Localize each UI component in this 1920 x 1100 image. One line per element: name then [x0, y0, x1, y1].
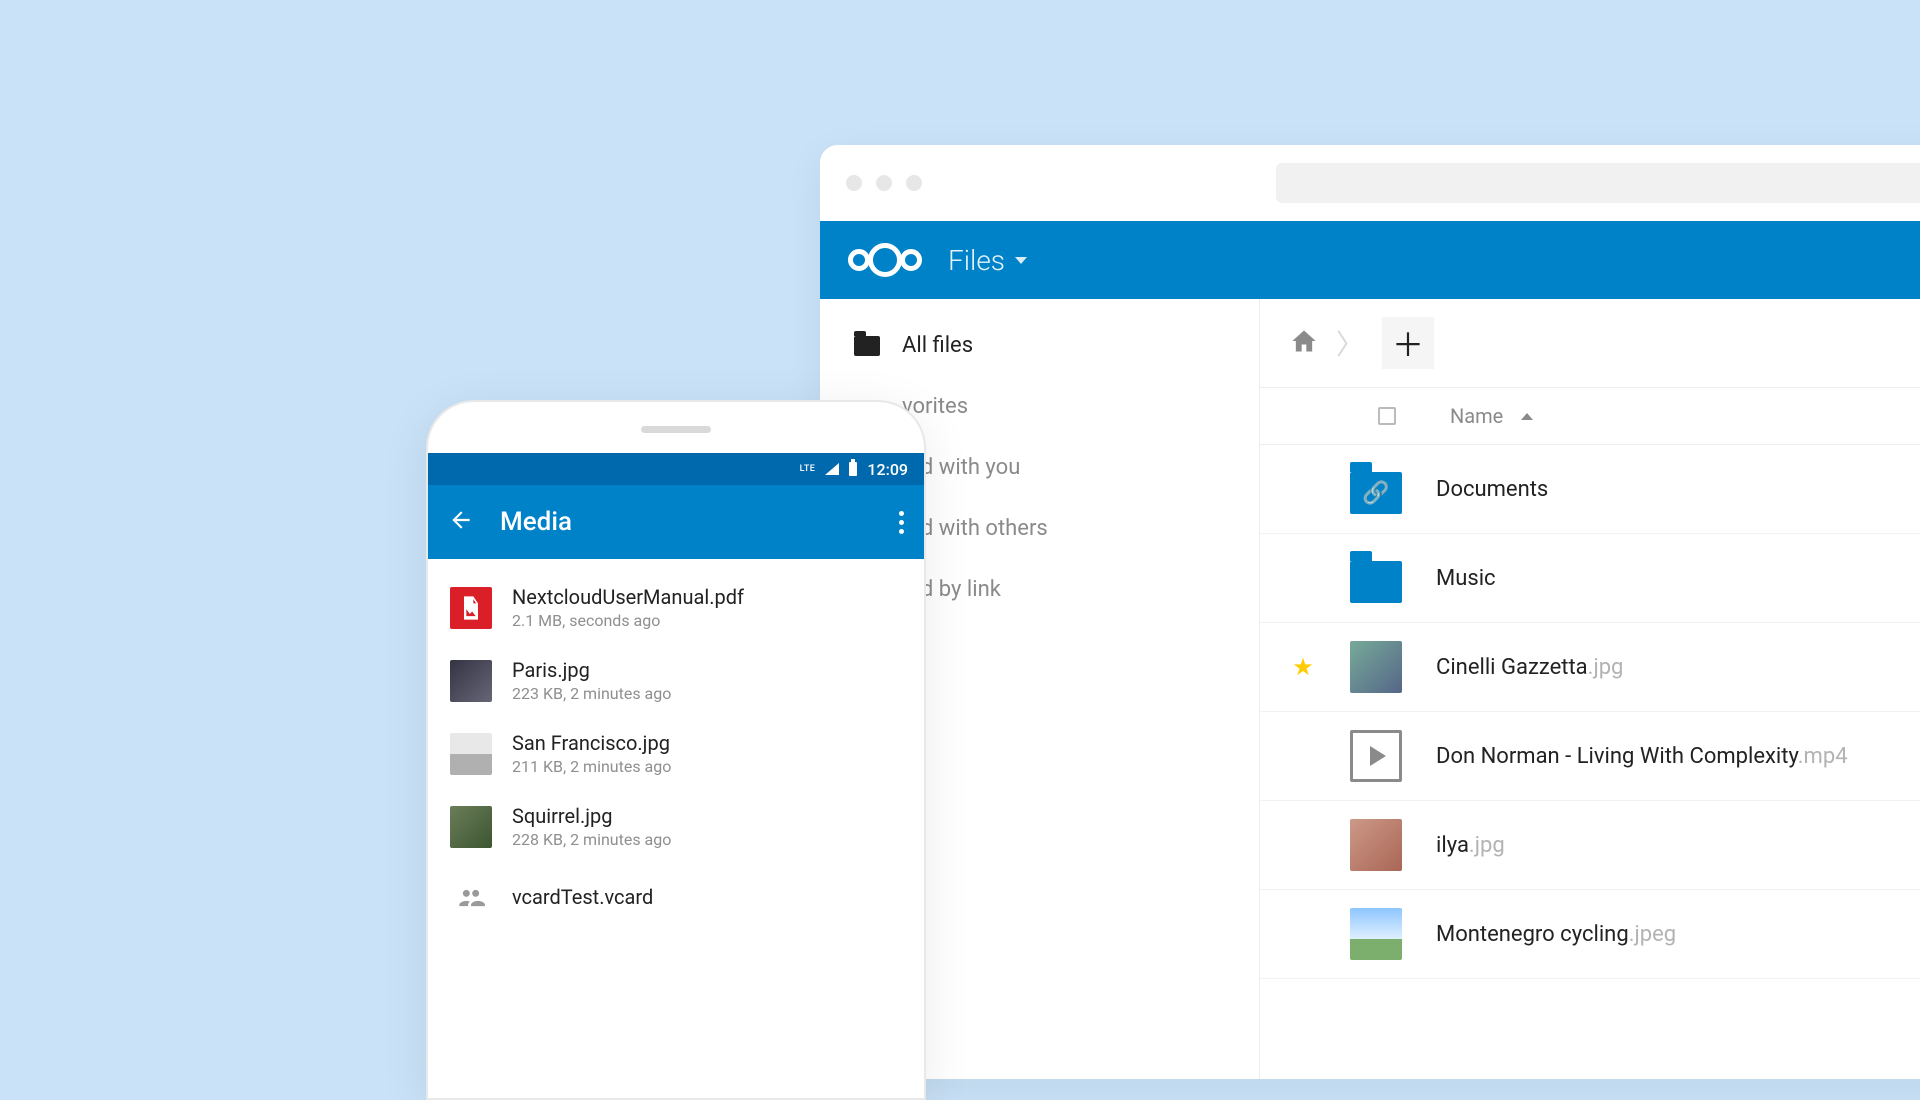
star-icon: ★: [1292, 653, 1314, 681]
signal-icon: [825, 463, 839, 475]
file-meta: 2.1 MB, seconds ago: [512, 611, 744, 630]
app-body: All files vorites red with you red with …: [820, 299, 1920, 1079]
file-name: Montenegro cycling.jpeg: [1436, 922, 1676, 947]
content-area: 〉 ＋ Name 🔗 Documents: [1260, 299, 1920, 1079]
column-header-name[interactable]: Name: [1450, 404, 1503, 428]
link-icon: 🔗: [1350, 472, 1402, 514]
file-row[interactable]: 🔗 Documents: [1260, 445, 1920, 534]
file-row[interactable]: ★ Cinelli Gazzetta.jpg: [1260, 623, 1920, 712]
logo-circle-icon: [848, 249, 870, 271]
favorite-slot[interactable]: ★: [1290, 653, 1316, 681]
image-thumbnail: [450, 733, 492, 775]
breadcrumb-separator-icon: 〉: [1336, 323, 1364, 363]
file-name: Music: [1436, 566, 1496, 591]
chevron-down-icon: [1015, 257, 1027, 264]
image-thumbnail: [1350, 641, 1402, 693]
file-meta: 223 KB, 2 minutes ago: [512, 684, 671, 703]
app-bar: Media: [428, 485, 924, 559]
image-thumbnail: [450, 660, 492, 702]
traffic-light-close[interactable]: [846, 175, 862, 191]
phone-mockup: LTE 12:09 Media NextcloudUserManual.pdf …: [426, 400, 926, 1100]
app-header: Files: [820, 221, 1920, 299]
select-all-checkbox[interactable]: [1378, 407, 1396, 425]
list-item[interactable]: NextcloudUserManual.pdf 2.1 MB, seconds …: [428, 571, 924, 644]
url-bar[interactable]: [1276, 163, 1920, 203]
file-meta: 228 KB, 2 minutes ago: [512, 830, 671, 849]
file-row[interactable]: ilya.jpg: [1260, 801, 1920, 890]
add-button[interactable]: ＋: [1382, 317, 1434, 369]
dot-icon: [899, 529, 904, 534]
list-item[interactable]: vcardTest.vcard: [428, 863, 924, 933]
video-thumbnail-icon: [1350, 730, 1402, 782]
contacts-icon: [450, 877, 492, 919]
home-icon[interactable]: [1290, 327, 1318, 359]
sidebar-item-label: All files: [902, 333, 973, 358]
plus-icon: ＋: [1392, 320, 1424, 366]
logo-circle-icon: [900, 249, 922, 271]
overflow-menu-button[interactable]: [899, 511, 904, 534]
file-row[interactable]: Don Norman - Living With Complexity.mp4: [1260, 712, 1920, 801]
file-name: Cinelli Gazzetta.jpg: [1436, 655, 1623, 680]
file-list: NextcloudUserManual.pdf 2.1 MB, seconds …: [428, 559, 924, 945]
pdf-icon: [450, 587, 492, 629]
browser-window: Files All files vorites red with you red…: [820, 145, 1920, 1079]
file-name: San Francisco.jpg: [512, 731, 671, 755]
back-button[interactable]: [448, 507, 474, 537]
folder-shared-icon: 🔗: [1350, 463, 1402, 515]
browser-chrome: [820, 145, 1920, 221]
file-name: vcardTest.vcard: [512, 885, 653, 909]
file-name: Documents: [1436, 477, 1548, 502]
file-name: Paris.jpg: [512, 658, 671, 682]
traffic-light-maximize[interactable]: [906, 175, 922, 191]
image-thumbnail: [1350, 819, 1402, 871]
sort-ascending-icon: [1521, 413, 1533, 420]
file-name: Don Norman - Living With Complexity.mp4: [1436, 744, 1848, 769]
image-thumbnail: [1350, 908, 1402, 960]
file-name: ilya.jpg: [1436, 833, 1505, 858]
sidebar-item-all-files[interactable]: All files: [820, 315, 1259, 376]
list-item[interactable]: Squirrel.jpg 228 KB, 2 minutes ago: [428, 790, 924, 863]
folder-icon: [854, 336, 880, 356]
app-bar-title: Media: [500, 507, 873, 537]
network-label: LTE: [800, 464, 816, 474]
phone-speaker: [641, 426, 711, 433]
status-time: 12:09: [867, 460, 908, 479]
file-name: Squirrel.jpg: [512, 804, 671, 828]
app-menu-label: Files: [948, 244, 1005, 277]
file-name: NextcloudUserManual.pdf: [512, 585, 744, 609]
logo-circle-icon: [868, 243, 902, 277]
file-row[interactable]: Music: [1260, 534, 1920, 623]
image-thumbnail: [450, 806, 492, 848]
dot-icon: [899, 520, 904, 525]
nextcloud-logo[interactable]: [848, 243, 922, 277]
battery-icon: [849, 462, 857, 476]
traffic-light-minimize[interactable]: [876, 175, 892, 191]
app-menu-files[interactable]: Files: [948, 244, 1027, 277]
file-row[interactable]: Montenegro cycling.jpeg: [1260, 890, 1920, 979]
status-bar: LTE 12:09: [428, 453, 924, 485]
list-item[interactable]: San Francisco.jpg 211 KB, 2 minutes ago: [428, 717, 924, 790]
file-meta: 211 KB, 2 minutes ago: [512, 757, 671, 776]
folder-icon: [1350, 552, 1402, 604]
toolbar: 〉 ＋: [1260, 299, 1920, 388]
table-header: Name: [1260, 388, 1920, 445]
list-item[interactable]: Paris.jpg 223 KB, 2 minutes ago: [428, 644, 924, 717]
dot-icon: [899, 511, 904, 516]
